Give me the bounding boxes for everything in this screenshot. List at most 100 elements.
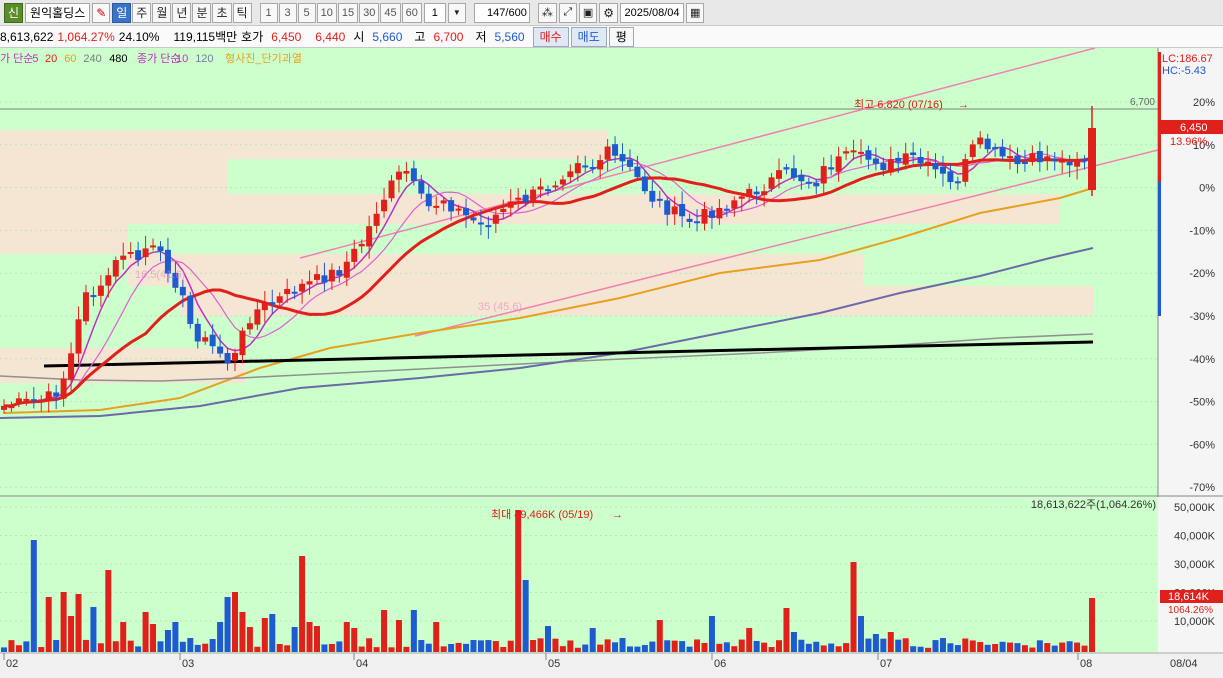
legend-close-ma-10: 10 <box>176 53 188 65</box>
date-label: 05 <box>548 658 560 670</box>
candle-body <box>641 176 648 192</box>
volume-total: 8,613,622 <box>0 29 54 44</box>
candle-body <box>738 196 745 199</box>
price-tick-label: -60% <box>1189 439 1215 451</box>
interval-button-30[interactable]: 30 <box>359 2 380 23</box>
volume-bar <box>619 638 626 652</box>
volume-bar <box>433 622 440 652</box>
volume-bar <box>336 641 343 652</box>
candle-body <box>1081 159 1088 162</box>
candle-body <box>649 190 656 202</box>
volume-bar <box>366 638 373 652</box>
volume-bar <box>485 640 492 652</box>
candle-body <box>306 281 313 285</box>
zone-5 <box>128 254 863 286</box>
candle-body <box>776 170 783 179</box>
candle-body <box>187 295 194 324</box>
buy-button[interactable]: 매수 <box>532 26 569 47</box>
legend-close-ma-120: 120 <box>195 53 213 65</box>
interval-button-10[interactable]: 10 <box>316 2 337 23</box>
interval-value[interactable]: 1 <box>423 2 446 23</box>
candle-body <box>448 200 455 212</box>
period-tab-4[interactable]: 분 <box>192 2 212 23</box>
candle-body <box>843 151 850 154</box>
volume-bar <box>857 616 864 652</box>
date-label: 02 <box>6 658 18 670</box>
stock-search-icon[interactable]: ✎ <box>92 2 111 23</box>
stock-chart[interactable]: 6,700 최고 6,820 (07/16) → 16,5(41.6) 35 (… <box>0 47 1223 675</box>
calendar-icon[interactable]: ▦ <box>686 2 705 23</box>
trade-value: 119,115백만 <box>173 30 238 44</box>
candle-body <box>910 152 917 156</box>
chart-canvas[interactable]: 6,700 최고 6,820 (07/16) → 16,5(41.6) 35 (… <box>0 47 1223 675</box>
volume-bar <box>947 643 954 652</box>
interval-button-15[interactable]: 15 <box>337 2 359 23</box>
candle-body <box>604 146 611 160</box>
period-tab-6[interactable]: 틱 <box>232 2 252 23</box>
interval-button-1[interactable]: 1 <box>259 2 278 23</box>
interval-button-45[interactable]: 45 <box>380 2 401 23</box>
volume-bar <box>559 646 566 652</box>
volume-bar <box>537 638 544 652</box>
candle-body <box>798 174 805 182</box>
stock-name[interactable]: 원익홀딩스 <box>25 2 91 23</box>
volume-bar <box>448 644 455 652</box>
candle-body <box>1051 158 1058 161</box>
interval-button-60[interactable]: 60 <box>401 2 422 23</box>
candle-body <box>746 188 753 198</box>
drawing-tool-icon[interactable]: ⤢ <box>558 2 577 23</box>
volume-bar <box>507 640 514 652</box>
eval-button[interactable]: 평 <box>608 26 634 47</box>
candle-body <box>887 159 894 173</box>
sell-button[interactable]: 매도 <box>570 26 607 47</box>
volume-bar <box>545 626 551 652</box>
interval-button-3[interactable]: 3 <box>278 2 297 23</box>
candle-body <box>194 323 201 342</box>
volume-bar <box>500 647 507 652</box>
volume-bar <box>425 643 432 652</box>
volume-bar <box>1036 640 1043 652</box>
candle-body <box>455 208 462 211</box>
indicator-icon[interactable]: ⁂ <box>537 2 557 23</box>
open-label: 시 <box>353 30 365 44</box>
volume-bar <box>187 638 194 652</box>
candle-body <box>582 165 589 168</box>
volume-bar <box>477 640 484 652</box>
candle-body <box>671 206 678 215</box>
volume-bar <box>701 642 708 652</box>
volume-bar <box>977 642 984 652</box>
candle-body <box>768 177 775 189</box>
volume-bar <box>679 641 686 652</box>
settings-icon[interactable]: ⚙ <box>599 2 618 23</box>
period-tab-2[interactable]: 월 <box>152 2 172 23</box>
candle-body <box>865 150 872 160</box>
volume-bar <box>299 556 306 652</box>
period-tab-1[interactable]: 주 <box>132 2 152 23</box>
save-icon[interactable]: ▣ <box>578 2 598 23</box>
period-tab-0[interactable]: 일 <box>112 2 132 23</box>
legend-price-ma-20: 20 <box>45 53 57 65</box>
period-tab-5[interactable]: 초 <box>212 2 232 23</box>
volume-bar <box>708 616 715 652</box>
interval-dropdown-icon[interactable]: ▼ <box>447 2 466 23</box>
volume-bar <box>604 639 611 652</box>
date-field[interactable]: 2025/08/04 <box>620 2 684 23</box>
current-price: 6,450 <box>1180 122 1208 134</box>
candle-body <box>1059 160 1066 163</box>
period-tab-3[interactable]: 년 <box>172 2 192 23</box>
volume-bar <box>381 610 388 652</box>
candle-body <box>395 171 402 180</box>
volume-bar <box>388 647 395 652</box>
volume-bar <box>403 646 410 652</box>
interval-button-5[interactable]: 5 <box>297 2 316 23</box>
candle-body <box>53 392 60 397</box>
volume-bar <box>820 645 827 652</box>
volume-bar <box>105 570 112 652</box>
high-label: 고 <box>414 30 426 44</box>
volume-bar <box>880 638 887 652</box>
volume-bar <box>835 646 842 652</box>
volume-bar <box>738 639 745 652</box>
count-field[interactable]: 147/600 <box>473 2 530 23</box>
candle-body <box>835 156 842 172</box>
volume-bar <box>656 620 663 652</box>
